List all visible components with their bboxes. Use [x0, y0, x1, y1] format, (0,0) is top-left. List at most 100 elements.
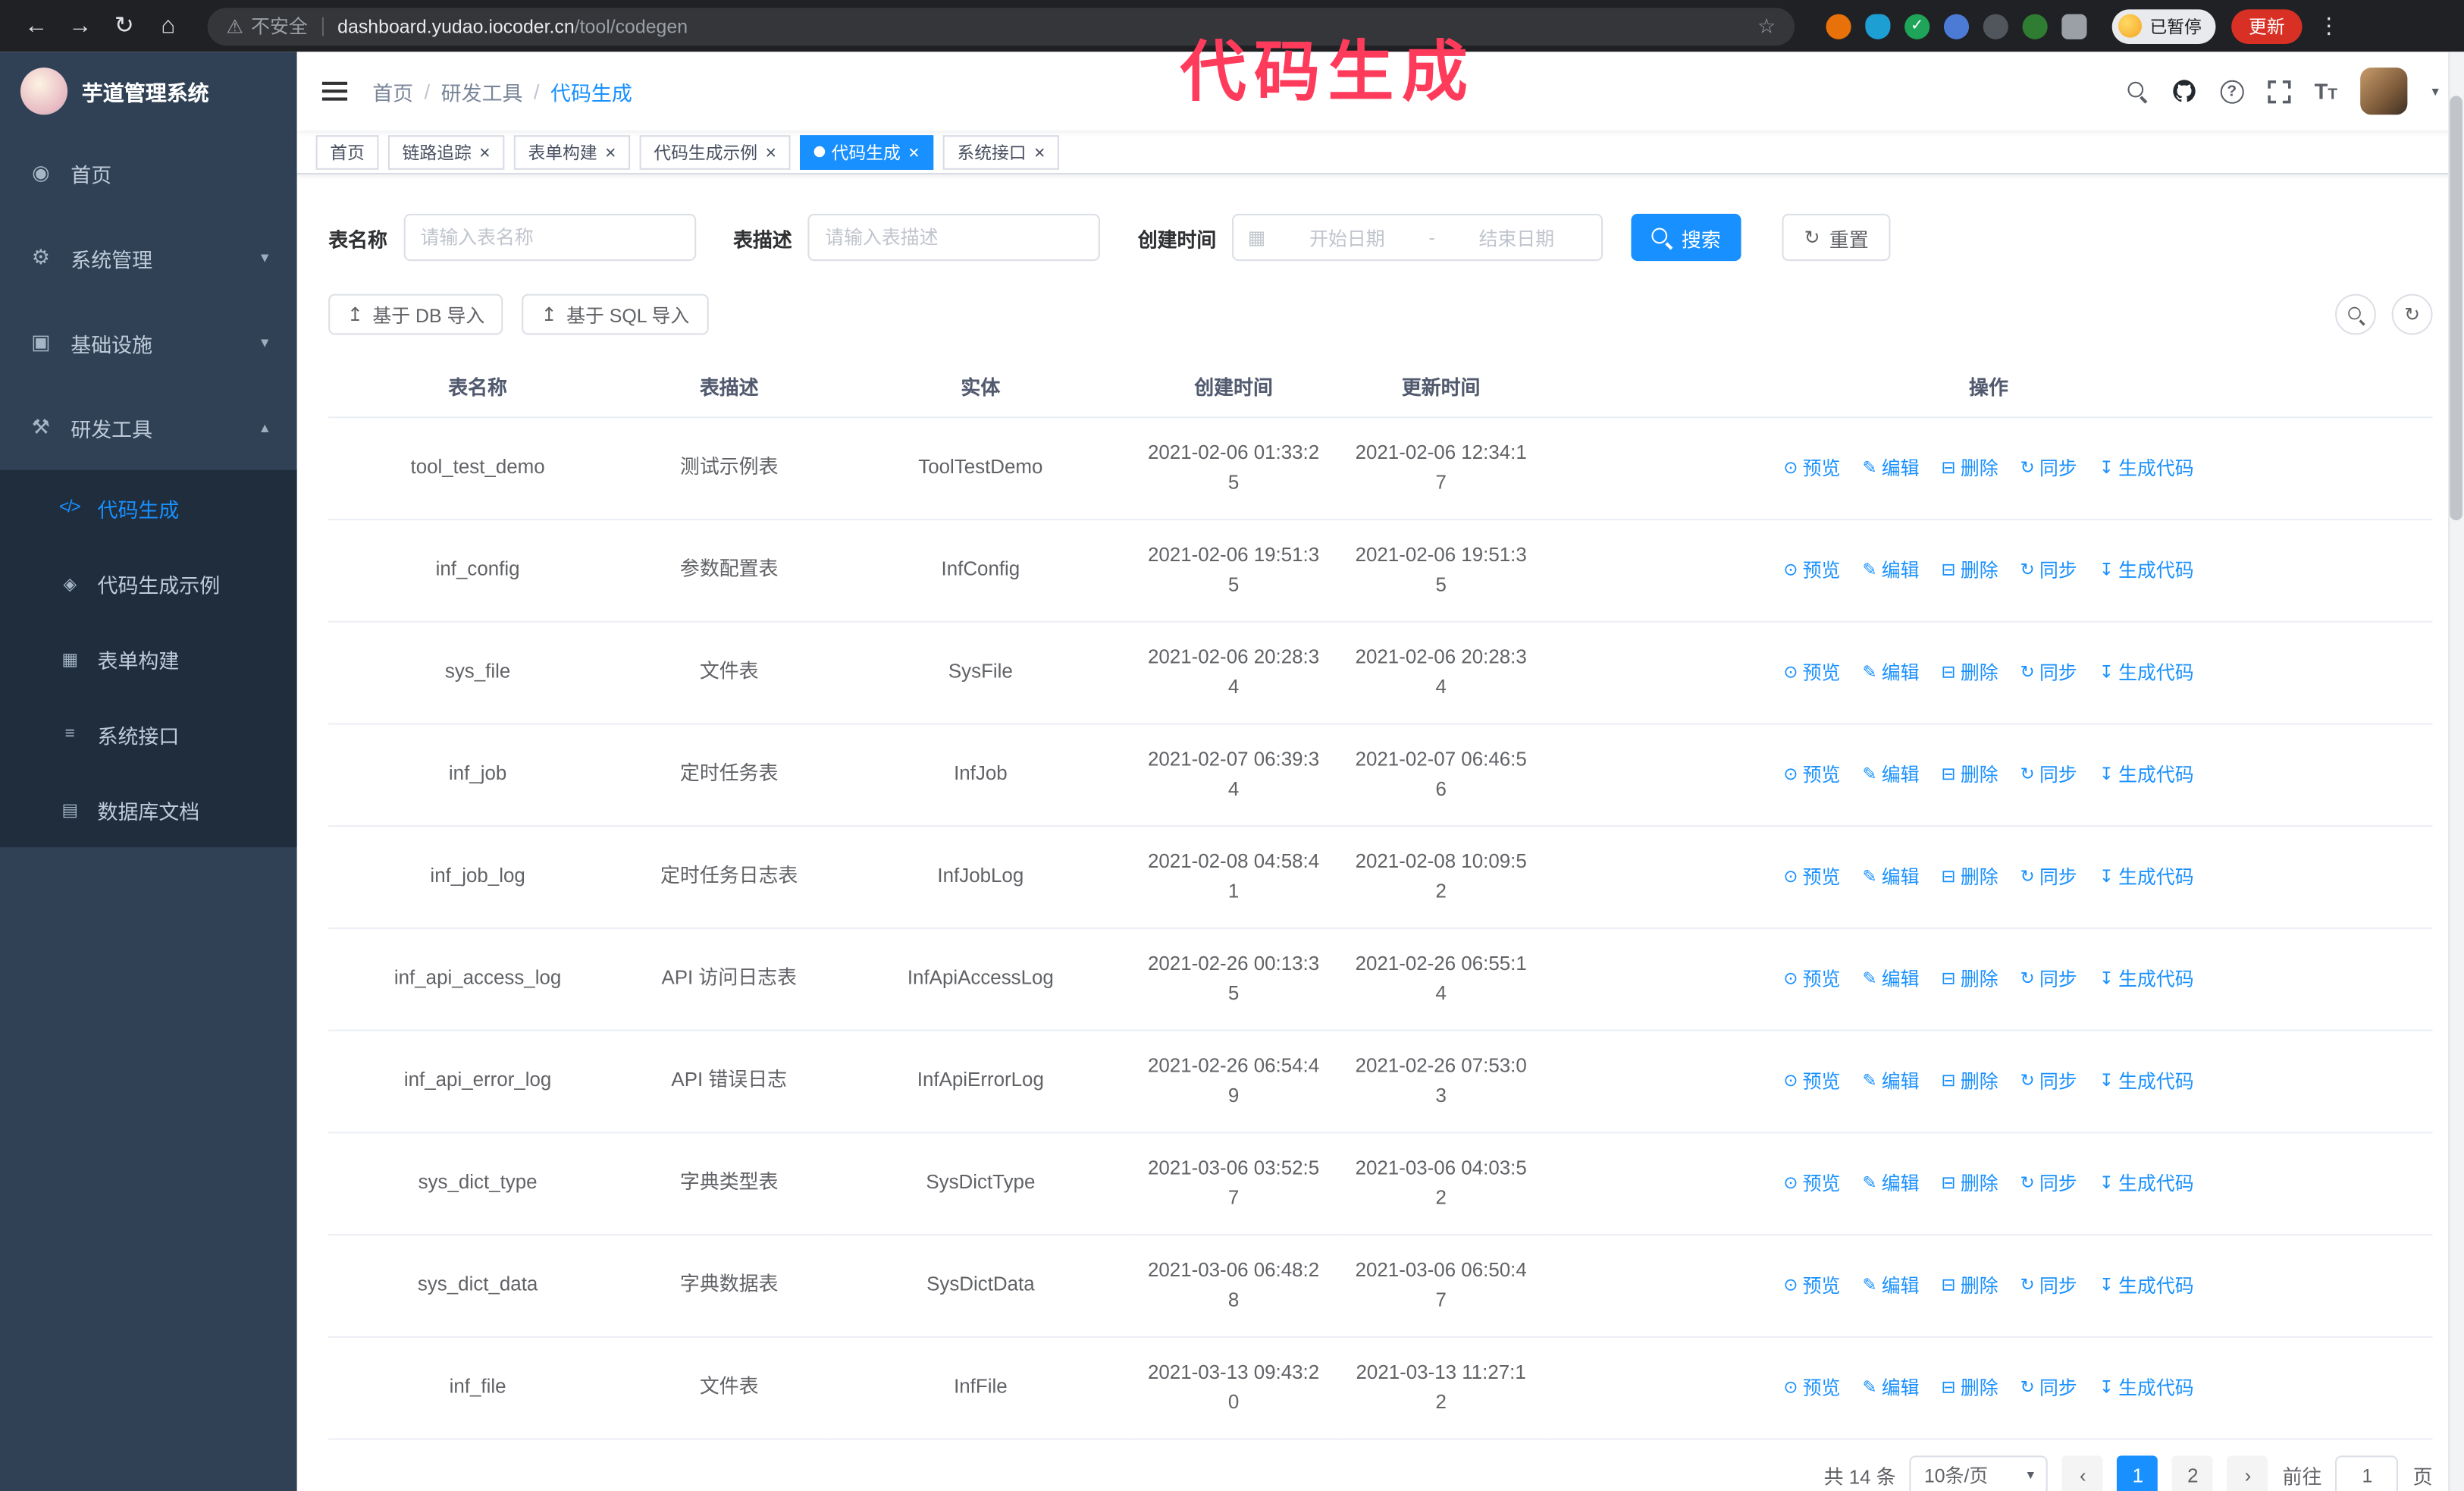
eye-action-link[interactable]: ⊙ 预览 [1783, 1373, 1840, 1403]
page-button-1[interactable]: 1 [2117, 1455, 2158, 1491]
sidebar-item-codegen[interactable]: </> 代码生成 [0, 470, 297, 545]
sidebar-item-db-doc[interactable]: ▤ 数据库文档 [0, 772, 297, 847]
edit-action-link[interactable]: ✎ 编辑 [1862, 760, 1919, 789]
extension-icon[interactable] [1983, 13, 2008, 39]
toggle-search-button[interactable] [2335, 293, 2376, 335]
sidebar-item-form-builder[interactable]: ▦ 表单构建 [0, 621, 297, 696]
tab-1[interactable]: 首页 [315, 134, 379, 169]
tab-close-icon[interactable]: × [908, 143, 920, 162]
download-action-link[interactable]: ↧ 生成代码 [2099, 965, 2194, 994]
eye-action-link[interactable]: ⊙ 预览 [1783, 1066, 1840, 1096]
date-range-picker[interactable]: ▦ 开始日期 - 结束日期 [1232, 213, 1603, 262]
download-action-link[interactable]: ↧ 生成代码 [2099, 1066, 2194, 1096]
eye-action-link[interactable]: ⊙ 预览 [1783, 760, 1840, 789]
sync-action-link[interactable]: ↻ 同步 [2020, 556, 2077, 585]
eye-action-link[interactable]: ⊙ 预览 [1783, 965, 1840, 994]
sync-action-link[interactable]: ↻ 同步 [2020, 454, 2077, 483]
edit-action-link[interactable]: ✎ 编辑 [1862, 454, 1919, 483]
back-icon[interactable]: ← [16, 0, 57, 52]
search-icon[interactable] [2127, 80, 2148, 102]
address-bar[interactable]: ⚠ 不安全 dashboard.yudao.iocoder.cn/tool/co… [207, 7, 1795, 46]
sync-action-link[interactable]: ↻ 同步 [2020, 1169, 2077, 1198]
edit-action-link[interactable]: ✎ 编辑 [1862, 1169, 1919, 1198]
edit-action-link[interactable]: ✎ 编辑 [1862, 1271, 1919, 1301]
reset-button[interactable]: ↻ 重置 [1782, 213, 1891, 262]
delete-action-link[interactable]: ⊟ 删除 [1942, 1373, 1998, 1403]
download-action-link[interactable]: ↧ 生成代码 [2099, 454, 2194, 483]
tab-close-icon[interactable]: × [605, 143, 616, 162]
download-action-link[interactable]: ↧ 生成代码 [2099, 760, 2194, 789]
goto-page-input[interactable] [2336, 1455, 2399, 1491]
breadcrumb-home[interactable]: 首页 [372, 77, 413, 106]
download-action-link[interactable]: ↧ 生成代码 [2099, 556, 2194, 585]
sync-action-link[interactable]: ↻ 同步 [2020, 1271, 2077, 1301]
sidebar-item-api[interactable]: ≡ 系统接口 [0, 696, 297, 771]
sidebar-item-devtools[interactable]: ⚒ 研发工具 ▾ [0, 385, 297, 470]
table-desc-input[interactable] [807, 213, 1100, 262]
eye-action-link[interactable]: ⊙ 预览 [1783, 658, 1840, 687]
edit-action-link[interactable]: ✎ 编辑 [1862, 1066, 1919, 1096]
refresh-table-button[interactable]: ↻ [2391, 293, 2433, 335]
home-icon[interactable]: ⌂ [148, 0, 189, 52]
extension-icon[interactable] [1865, 13, 1891, 39]
download-action-link[interactable]: ↧ 生成代码 [2099, 1373, 2194, 1403]
delete-action-link[interactable]: ⊟ 删除 [1942, 760, 1998, 789]
tab-3[interactable]: 表单构建 × [513, 134, 631, 169]
sync-action-link[interactable]: ↻ 同步 [2020, 658, 2077, 687]
eye-action-link[interactable]: ⊙ 预览 [1783, 1169, 1840, 1198]
browser-menu-icon[interactable]: ⋮ [2318, 13, 2340, 39]
help-icon[interactable]: ? [2220, 79, 2244, 103]
eye-action-link[interactable]: ⊙ 预览 [1783, 862, 1840, 892]
breadcrumb-devtools[interactable]: 研发工具 [441, 77, 523, 106]
sync-action-link[interactable]: ↻ 同步 [2020, 1066, 2077, 1096]
next-page-button[interactable]: › [2227, 1455, 2268, 1491]
sidebar-item-system[interactable]: ⚙ 系统管理 ▾ [0, 215, 297, 300]
delete-action-link[interactable]: ⊟ 删除 [1942, 454, 1998, 483]
user-avatar[interactable] [2361, 67, 2409, 115]
fullscreen-icon[interactable] [2267, 80, 2291, 103]
tab-close-icon[interactable]: × [1034, 143, 1045, 162]
edit-action-link[interactable]: ✎ 编辑 [1862, 658, 1919, 687]
sidebar-item-infra[interactable]: ▣ 基础设施 ▾ [0, 300, 297, 385]
delete-action-link[interactable]: ⊟ 删除 [1942, 1169, 1998, 1198]
delete-action-link[interactable]: ⊟ 删除 [1942, 658, 1998, 687]
font-size-icon[interactable]: TT [2315, 79, 2337, 104]
sync-action-link[interactable]: ↻ 同步 [2020, 862, 2077, 892]
eye-action-link[interactable]: ⊙ 预览 [1783, 556, 1840, 585]
tab-close-icon[interactable]: × [479, 143, 491, 162]
scrollbar-thumb[interactable] [2450, 96, 2462, 521]
download-action-link[interactable]: ↧ 生成代码 [2099, 1271, 2194, 1301]
forward-icon[interactable]: → [60, 0, 101, 52]
tab-6[interactable]: 系统接口 × [942, 134, 1060, 169]
sidebar-item-codegen-example[interactable]: ◈ 代码生成示例 [0, 545, 297, 620]
bookmark-star-icon[interactable]: ☆ [1757, 14, 1776, 39]
table-name-input[interactable] [403, 213, 696, 262]
import-db-button[interactable]: ↥ 基于 DB 导入 [328, 293, 504, 335]
chevron-down-icon[interactable]: ▾ [2431, 83, 2438, 100]
search-button[interactable]: 搜索 [1631, 213, 1741, 262]
page-size-select[interactable]: 10条/页 ▾ [1910, 1455, 2049, 1491]
github-icon[interactable] [2171, 79, 2196, 104]
sync-action-link[interactable]: ↻ 同步 [2020, 760, 2077, 789]
edit-action-link[interactable]: ✎ 编辑 [1862, 1373, 1919, 1403]
tab-close-icon[interactable]: × [765, 143, 776, 162]
page-button-2[interactable]: 2 [2172, 1455, 2214, 1491]
delete-action-link[interactable]: ⊟ 删除 [1942, 1271, 1998, 1301]
puzzle-extension-icon[interactable] [2061, 13, 2087, 39]
delete-action-link[interactable]: ⊟ 删除 [1942, 862, 1998, 892]
browser-update-button[interactable]: 更新 [2231, 8, 2303, 43]
download-action-link[interactable]: ↧ 生成代码 [2099, 862, 2194, 892]
tab-5[interactable]: 代码生成 × [800, 134, 934, 169]
extension-icon[interactable] [2022, 13, 2048, 39]
sync-action-link[interactable]: ↻ 同步 [2020, 1373, 2077, 1403]
hamburger-icon[interactable] [321, 81, 348, 101]
extension-icon[interactable] [1826, 13, 1851, 39]
download-action-link[interactable]: ↧ 生成代码 [2099, 658, 2194, 687]
sync-action-link[interactable]: ↻ 同步 [2020, 965, 2077, 994]
edit-action-link[interactable]: ✎ 编辑 [1862, 862, 1919, 892]
prev-page-button[interactable]: ‹ [2062, 1455, 2104, 1491]
edit-action-link[interactable]: ✎ 编辑 [1862, 965, 1919, 994]
download-action-link[interactable]: ↧ 生成代码 [2099, 1169, 2194, 1198]
sidebar-item-home[interactable]: ◉ 首页 [0, 130, 297, 215]
delete-action-link[interactable]: ⊟ 删除 [1942, 556, 1998, 585]
